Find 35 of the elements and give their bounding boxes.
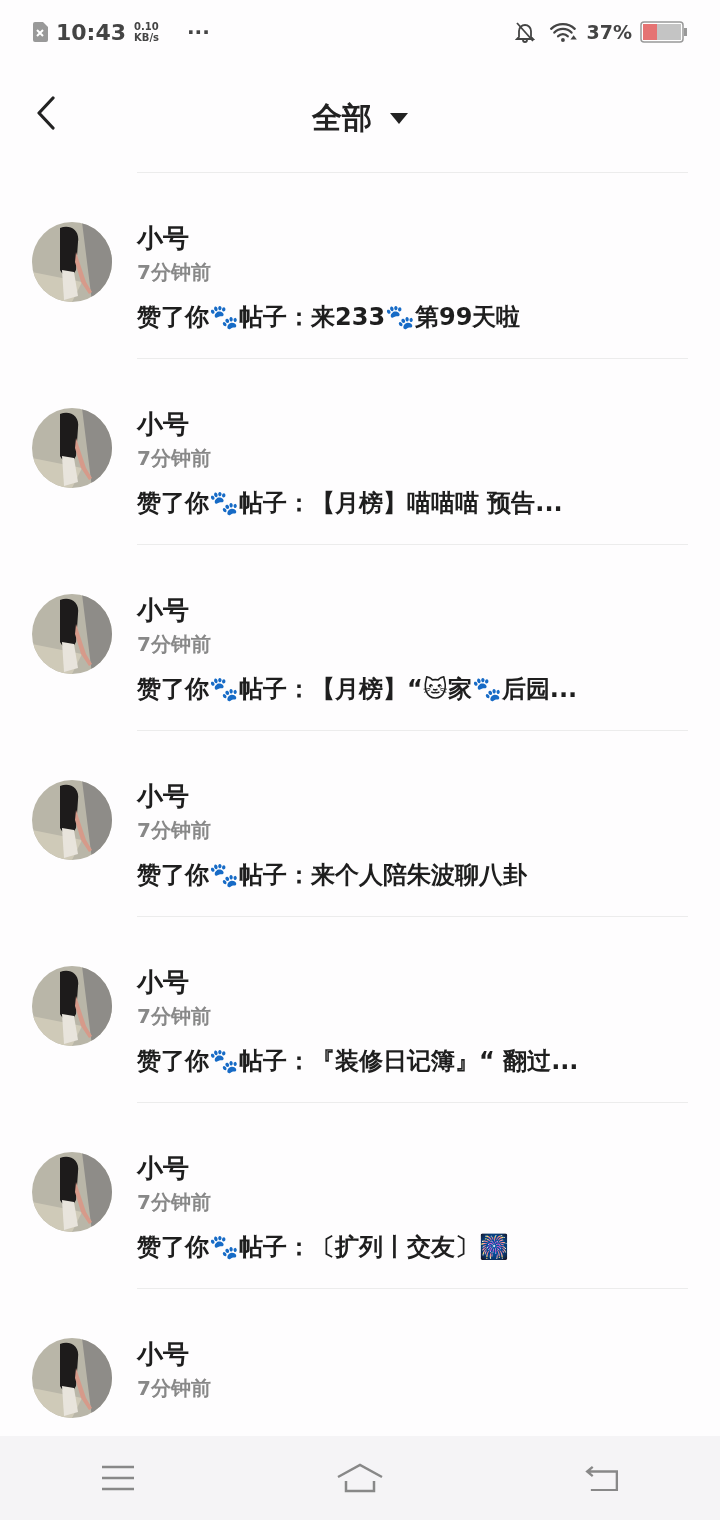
bell-muted-icon [514,21,535,43]
timestamp: 7分钟前 [137,1375,211,1402]
timestamp: 7分钟前 [137,1003,212,1030]
notification-text: 赞了你🐾帖子：来个人陪朱波聊八卦 [137,860,527,891]
user-name: 小号 [137,222,190,255]
notification-text: 赞了你🐾帖子：『装修日记簿』“ 翻过... [137,1046,579,1077]
wifi-icon [548,21,579,43]
user-name: 小号 [137,594,190,627]
battery-percent: 37% [586,21,632,43]
more-dots: ··· [187,20,210,44]
filter-dropdown[interactable]: 全部 [312,97,408,139]
timestamp: 7分钟前 [137,259,212,286]
home-icon[interactable] [336,1463,384,1493]
speed-unit: KB/s [134,32,159,43]
timestamp: 7分钟前 [137,817,212,844]
back-button[interactable] [36,96,56,130]
notification-text: 赞了你🐾帖子：来233🐾第99天啦 [137,302,521,333]
back-icon[interactable] [585,1465,620,1491]
clock: 10:43 [56,19,127,45]
network-speed: 0.10 [134,21,159,32]
battery-icon [640,21,688,43]
notification-text: 赞了你🐾帖子：【月榜】喵喵喵 预告... [137,488,563,519]
caret-icon [390,112,408,124]
user-name: 小号 [137,1338,190,1371]
user-name: 小号 [137,1152,190,1185]
notification-text: 赞了你🐾帖子：〔扩列丨交友〕🎆 [137,1232,509,1263]
user-name: 小号 [137,780,190,813]
sim-card-icon [32,22,48,42]
menu-icon[interactable] [100,1465,135,1491]
timestamp: 7分钟前 [137,631,212,658]
timestamp: 7分钟前 [137,1189,212,1216]
user-name: 小号 [137,408,190,441]
user-name: 小号 [137,966,190,999]
timestamp: 7分钟前 [137,445,212,472]
notification-text: 赞了你🐾帖子：【月榜】“🐱家🐾后园... [137,674,578,705]
